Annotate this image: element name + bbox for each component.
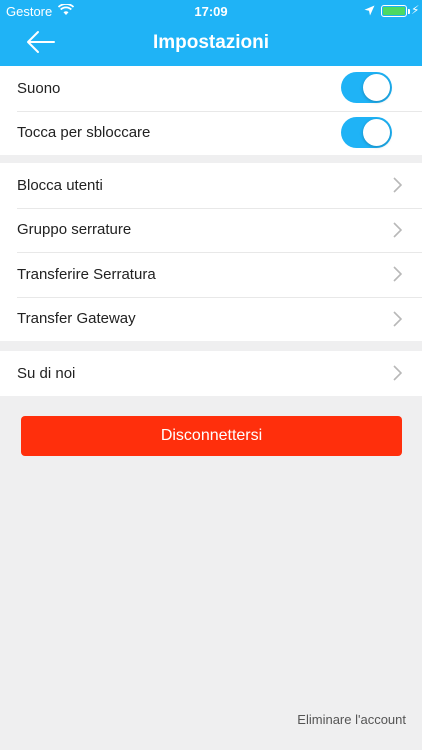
menu-item-block-users[interactable]: Blocca utenti: [0, 163, 422, 208]
setting-row-sound: Suono: [0, 66, 422, 111]
toggle-settings-group: Suono Tocca per sbloccare: [0, 66, 422, 155]
menu-item-about[interactable]: Su di noi: [0, 351, 422, 396]
chevron-right-icon: [393, 266, 402, 282]
chevron-right-icon: [393, 365, 402, 381]
battery-icon: [381, 5, 407, 17]
setting-row-touch-unlock: Tocca per sbloccare: [0, 110, 422, 156]
menu-item-lock-group[interactable]: Gruppo serrature: [0, 207, 422, 253]
navigation-header: Gestore 17:09 ⚡ Impostazioni: [0, 0, 422, 66]
about-group: Su di noi: [0, 351, 422, 396]
menu-item-label: Transfer Gateway: [17, 310, 136, 328]
chevron-right-icon: [393, 310, 402, 327]
logout-button[interactable]: Disconnettersi: [21, 416, 402, 456]
toggle-knob: [363, 118, 390, 146]
battery-tip: [408, 9, 410, 14]
menu-group: Blocca utenti Gruppo serrature Transferi…: [0, 163, 422, 341]
setting-label-touch-unlock: Tocca per sbloccare: [17, 124, 151, 142]
menu-item-transfer-lock[interactable]: Transferire Serratura: [0, 252, 422, 297]
chevron-right-icon: [393, 221, 402, 238]
setting-label-sound: Suono: [17, 79, 61, 97]
status-bar: Gestore 17:09 ⚡: [0, 0, 422, 22]
menu-item-label: Gruppo serrature: [17, 221, 132, 239]
charging-bolt-icon: ⚡: [411, 3, 420, 17]
menu-item-label: Su di noi: [17, 364, 76, 382]
menu-item-transfer-gateway[interactable]: Transfer Gateway: [0, 296, 422, 342]
touch-unlock-toggle[interactable]: [341, 116, 392, 148]
toggle-knob: [363, 74, 390, 101]
sound-toggle[interactable]: [341, 72, 392, 103]
chevron-right-icon: [393, 177, 402, 193]
location-arrow-icon: [364, 4, 375, 19]
status-time: 17:09: [194, 4, 228, 19]
menu-item-label: Blocca utenti: [17, 176, 103, 194]
menu-item-label: Transferire Serratura: [17, 265, 156, 283]
delete-account-link[interactable]: Eliminare l'account: [297, 712, 406, 727]
page-title: Impostazioni: [152, 32, 270, 53]
